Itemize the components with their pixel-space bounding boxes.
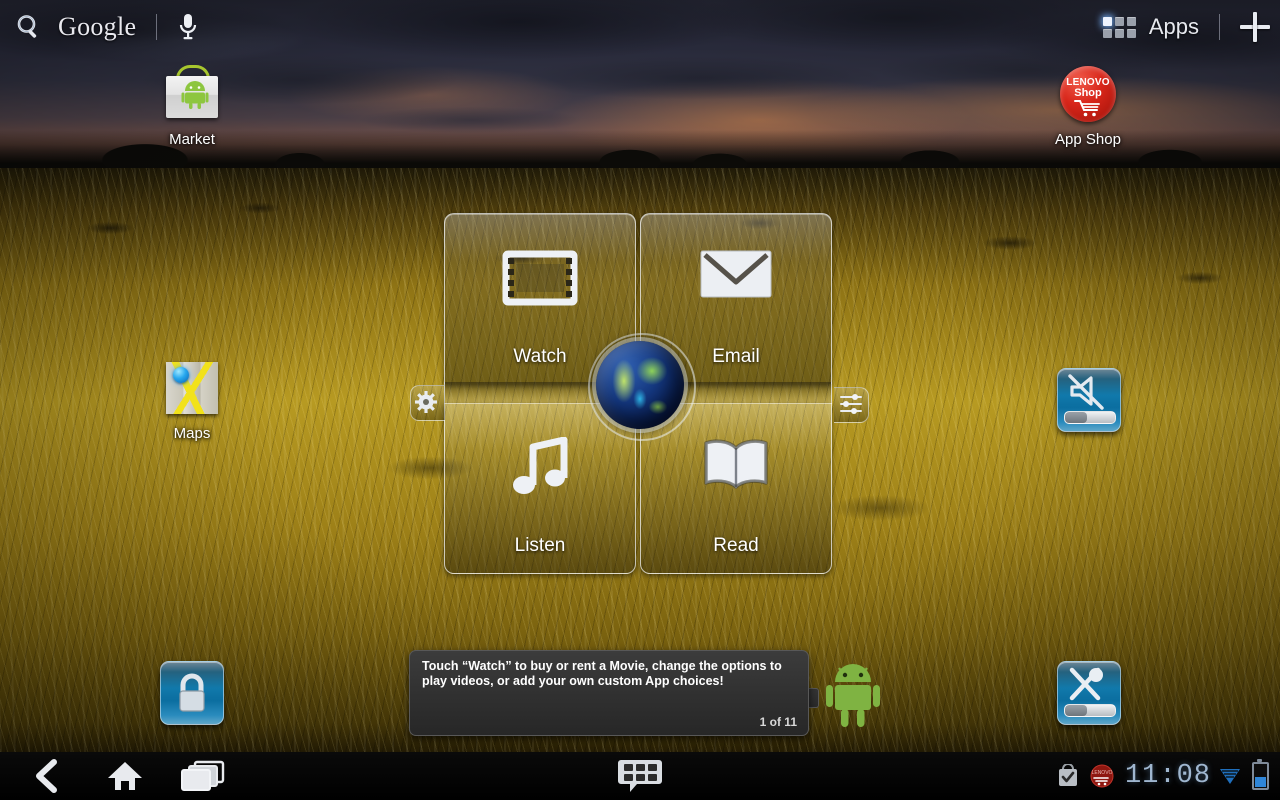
home-icon-market[interactable]: Market	[137, 62, 247, 148]
quadrant-label: Read	[713, 535, 759, 556]
svg-text:LENOVO: LENOVO	[1092, 770, 1113, 776]
home-icon-label: App Shop	[1055, 131, 1121, 148]
apps-button[interactable]: Apps	[1102, 14, 1199, 40]
envelope-icon	[641, 248, 831, 305]
wifi-signal-icon[interactable]	[1219, 765, 1241, 787]
brightness-icon	[1069, 667, 1103, 701]
battery-shell	[1252, 759, 1269, 790]
home-button[interactable]	[86, 752, 164, 800]
battery-icon[interactable]	[1252, 759, 1269, 790]
home-icon-maps[interactable]: Maps	[137, 356, 247, 442]
system-navigation-bar: LENOVO 11:08	[0, 752, 1280, 800]
recent-apps-icon	[181, 760, 225, 791]
open-book-icon	[641, 437, 831, 498]
topbar-divider	[1219, 14, 1220, 40]
battery-level-fill	[1255, 777, 1266, 787]
quadrant-label: Listen	[514, 535, 566, 556]
top-bar: Google Apps	[0, 0, 1280, 54]
sliders-icon	[840, 394, 862, 414]
brightness-slider[interactable]	[1064, 704, 1116, 717]
android-robot[interactable]	[826, 662, 880, 728]
music-note-icon	[445, 436, 635, 504]
speaker-muted-icon	[1068, 374, 1104, 410]
apps-grid-icon	[1102, 16, 1136, 38]
search-divider	[156, 14, 158, 40]
lenovo-shop-notification-icon[interactable]: LENOVO	[1090, 764, 1114, 788]
home-icon-label: Maps	[173, 425, 211, 442]
microphone-icon[interactable]	[177, 11, 199, 43]
media-hub-widget: Watch Email Listen Read	[410, 213, 869, 578]
market-download-complete-icon[interactable]	[1057, 764, 1079, 788]
volume-slider[interactable]	[1064, 411, 1116, 424]
lenovo-shop-icon: LENOVO Shop	[1056, 62, 1120, 126]
apps-area: Apps	[1102, 6, 1270, 48]
shopping-cart-icon	[1074, 100, 1100, 117]
tooltip-text: Touch “Watch” to buy or rent a Movie, ch…	[422, 659, 782, 688]
tooltip-callout[interactable]: Touch “Watch” to buy or rent a Movie, ch…	[409, 650, 809, 736]
lenovo-shop-circle: LENOVO Shop	[1060, 66, 1116, 122]
film-strip-icon	[445, 248, 635, 313]
back-chevron-icon	[36, 759, 57, 793]
back-button[interactable]	[8, 752, 86, 800]
android-robot-icon	[181, 81, 209, 109]
keyboard-switcher-button[interactable]	[600, 752, 680, 800]
widget-options-handle[interactable]	[834, 387, 869, 423]
home-icon-app-shop[interactable]: LENOVO Shop App Shop	[1033, 62, 1143, 148]
status-area[interactable]: LENOVO 11:08	[1057, 752, 1280, 800]
home-icon-label: Market	[169, 131, 215, 148]
globe-icon[interactable]	[596, 341, 684, 429]
android-home-screen: Google Apps Market LENOVO Shop App Shop …	[0, 0, 1280, 800]
slider-knob[interactable]	[1065, 705, 1087, 716]
gear-icon	[415, 391, 437, 413]
widget-settings-handle[interactable]	[410, 385, 445, 421]
add-to-home-plus-icon[interactable]	[1240, 12, 1270, 42]
keyboard-switcher-icon	[618, 760, 662, 792]
apps-button-label: Apps	[1148, 14, 1199, 39]
google-search-widget[interactable]: Google	[14, 6, 199, 48]
home-icon	[108, 762, 142, 790]
recent-apps-button[interactable]	[164, 752, 242, 800]
status-clock[interactable]: 11:08	[1125, 761, 1211, 791]
tooltip-counter: 1 of 11	[759, 715, 797, 729]
screen-lock-widget[interactable]	[160, 661, 224, 725]
search-icon[interactable]	[14, 12, 44, 42]
maps-location-dot	[173, 367, 189, 383]
brightness-widget[interactable]	[1057, 661, 1121, 725]
google-wordmark: Google	[58, 12, 137, 41]
market-bag-icon	[160, 62, 224, 126]
mute-volume-widget[interactable]	[1057, 368, 1121, 432]
slider-knob[interactable]	[1065, 412, 1087, 423]
maps-icon	[160, 356, 224, 420]
padlock-icon	[179, 673, 205, 712]
